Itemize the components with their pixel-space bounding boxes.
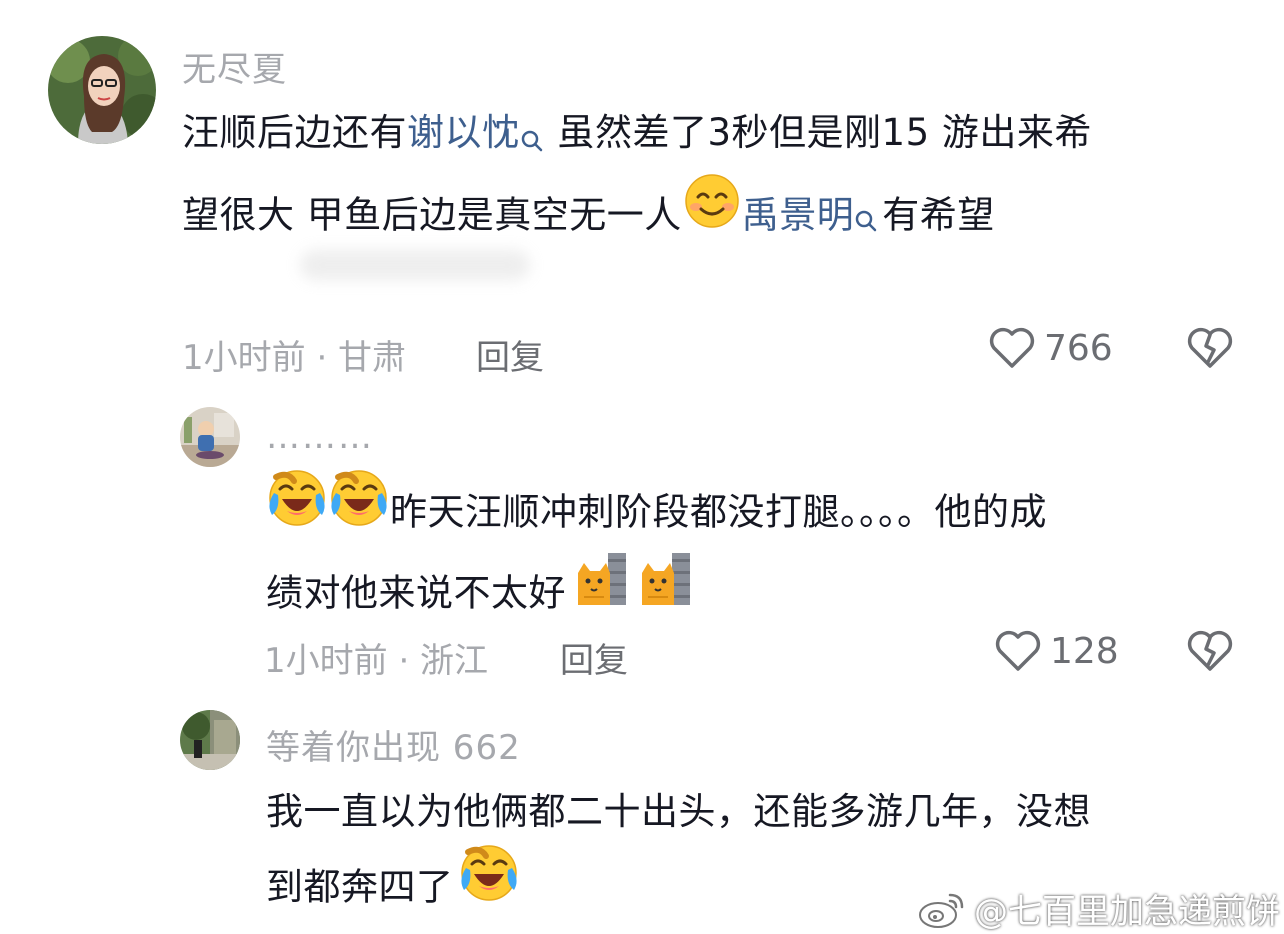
laughing-crying-emoji bbox=[268, 469, 326, 551]
comment-username[interactable]: ……… bbox=[266, 417, 374, 457]
avatar[interactable] bbox=[180, 407, 240, 467]
comment-body: 汪顺后边还有谢以忱 虽然差了3秒但是刚15 游出来希 望很大 甲鱼后边是真空无一人… bbox=[182, 97, 1092, 257]
blurred-region bbox=[300, 250, 540, 290]
like-count: 766 bbox=[1044, 327, 1113, 369]
comment-username[interactable]: 无尽夏 bbox=[182, 42, 287, 91]
search-icon[interactable] bbox=[854, 185, 878, 257]
reply-button[interactable]: 回复 bbox=[560, 633, 628, 682]
comment-username[interactable]: 等着你出现 662 bbox=[266, 720, 521, 769]
comment-text-segment: 汪顺后边还有 bbox=[182, 111, 407, 154]
heart-outline-icon bbox=[989, 327, 1035, 368]
comment-text-segment: 昨天汪顺冲刺阶段都没打腿。。。。他的成 bbox=[390, 490, 1047, 534]
laughing-crying-emoji bbox=[330, 469, 388, 551]
comment-text-segment: 绩对他来说不太好 bbox=[266, 571, 566, 615]
comment-item: 无尽夏 汪顺后边还有谢以忱 虽然差了3秒但是刚15 游出来希 望很大 甲鱼后边是真… bbox=[0, 0, 1284, 390]
comment-time-location: 1小时前 · 甘肃 bbox=[182, 338, 407, 378]
watermark: @七百里加急递煎饼 bbox=[918, 884, 1280, 933]
dislike-button[interactable] bbox=[1186, 629, 1234, 677]
broken-heart-icon bbox=[1187, 327, 1233, 368]
heart-outline-icon bbox=[995, 630, 1041, 671]
broken-heart-icon bbox=[1187, 630, 1233, 671]
reply-button[interactable]: 回复 bbox=[476, 330, 544, 379]
comment-body: 昨天汪顺冲刺阶段都没打腿。。。。他的成 绩对他来说不太好 bbox=[266, 470, 1047, 635]
avatar[interactable] bbox=[48, 36, 156, 144]
comment-text-segment: 望很大 甲鱼后边是真空无一人 bbox=[182, 193, 682, 237]
comment-time-location: 1小时前 · 浙江 bbox=[264, 641, 489, 681]
weibo-logo-icon bbox=[919, 893, 964, 928]
mention-link[interactable]: 禹景明 bbox=[742, 194, 855, 237]
comment-text-segment: 虽然差了3秒但是刚15 游出来希 bbox=[557, 111, 1092, 154]
smiling-face-emoji bbox=[684, 173, 740, 253]
laughing-crying-emoji bbox=[460, 844, 518, 926]
cat-wall-emoji bbox=[574, 551, 628, 631]
comment-text-segment: 到都奔四了 bbox=[266, 865, 454, 909]
avatar[interactable] bbox=[180, 710, 240, 770]
comment-text-segment: 我一直以为他俩都二十出头，还能多游几年，没想 bbox=[266, 790, 1091, 833]
like-button[interactable]: 128 bbox=[994, 629, 1119, 673]
search-icon[interactable] bbox=[520, 105, 544, 177]
dislike-button[interactable] bbox=[1186, 326, 1234, 374]
reply-comment-item: ……… 昨天汪顺冲刺阶段都没打腿。。。。他的成 绩对他来说不太好 1小时前 · … bbox=[0, 395, 1284, 695]
mention-link[interactable]: 谢以忱 bbox=[407, 111, 520, 154]
like-count: 128 bbox=[1050, 630, 1119, 672]
like-button[interactable]: 766 bbox=[988, 326, 1113, 370]
cat-wall-emoji bbox=[638, 551, 692, 631]
comment-text-segment: 有希望 bbox=[882, 193, 995, 237]
watermark-text: @七百里加急递煎饼 bbox=[974, 892, 1280, 932]
